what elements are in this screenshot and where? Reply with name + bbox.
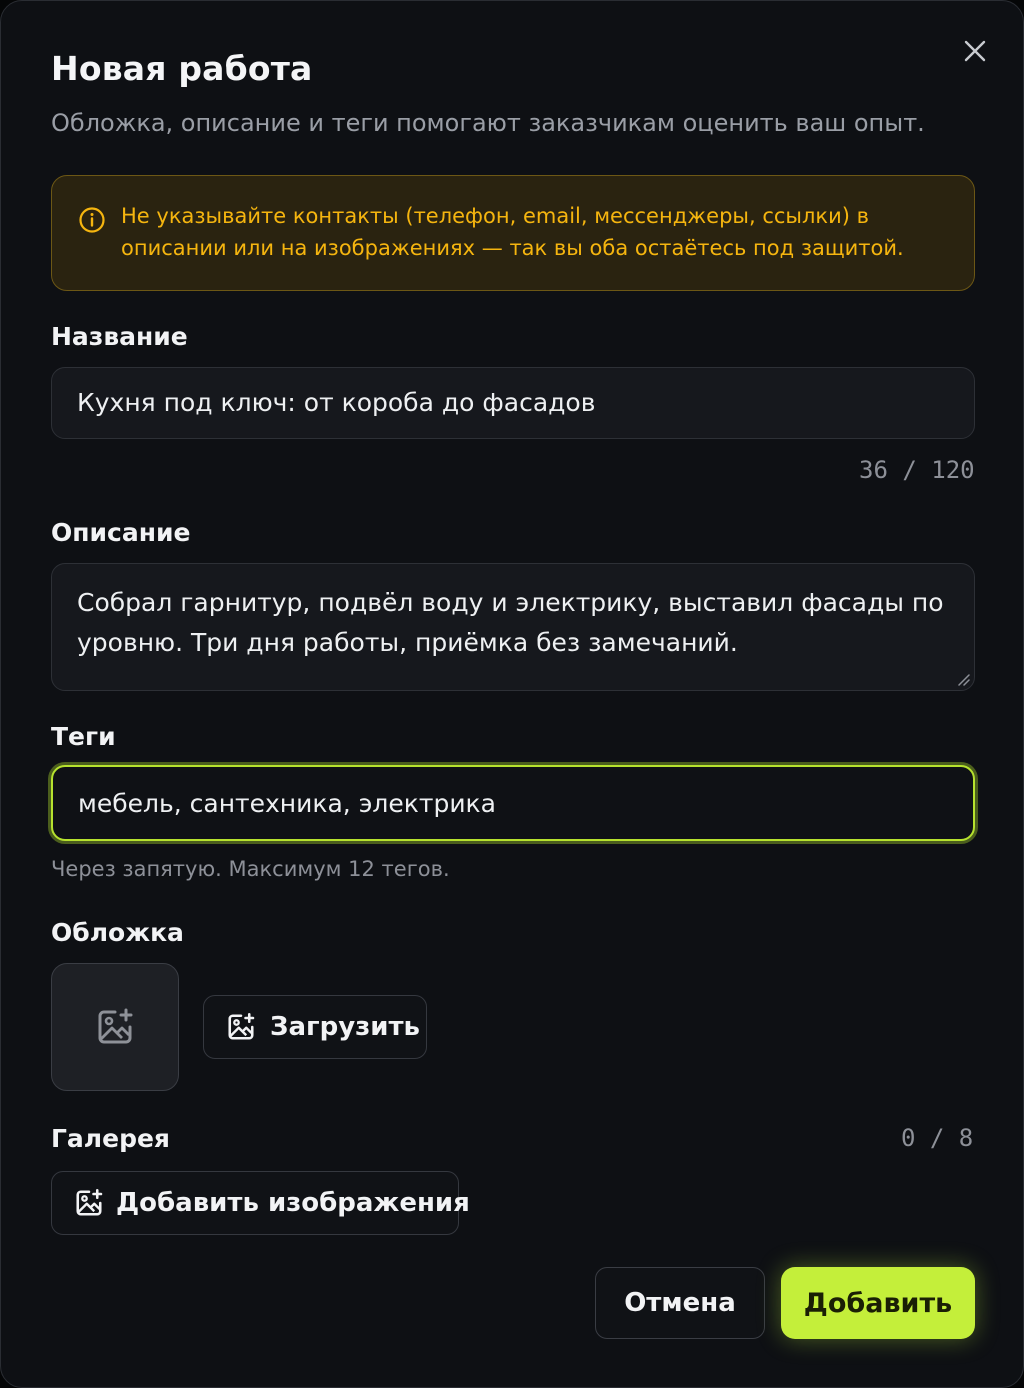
description-value[interactable]: Собрал гарнитур, подвёл воду и электрику… xyxy=(77,583,957,663)
add-images-label: Добавить изображения xyxy=(116,1188,470,1218)
name-label: Название xyxy=(51,322,188,351)
tags-hint: Через запятую. Максимум 12 тегов. xyxy=(51,857,450,881)
image-plus-icon xyxy=(226,1012,256,1042)
dialog-title: Новая работа xyxy=(51,49,313,88)
upload-cover-button[interactable]: Загрузить xyxy=(203,995,427,1059)
gallery-label: Галерея xyxy=(51,1124,170,1153)
gallery-counter: 0 / 8 xyxy=(901,1124,974,1152)
description-textarea[interactable]: Собрал гарнитур, подвёл воду и электрику… xyxy=(51,563,975,691)
dialog-subtitle: Обложка, описание и теги помогают заказч… xyxy=(51,109,925,137)
image-plus-icon xyxy=(74,1188,104,1218)
name-char-counter: 36 / 120 xyxy=(859,456,975,484)
name-input-value[interactable]: Кухня под ключ: от короба до фасадов xyxy=(77,388,595,417)
submit-button[interactable]: Добавить xyxy=(781,1267,975,1339)
add-images-button[interactable]: Добавить изображения xyxy=(51,1171,470,1235)
cover-placeholder[interactable] xyxy=(51,963,179,1091)
close-button[interactable] xyxy=(953,31,997,71)
description-label: Описание xyxy=(51,518,191,547)
tags-input-value[interactable]: мебель, сантехника, электрика xyxy=(78,789,496,818)
contacts-warning: Не указывайте контакты (телефон, email, … xyxy=(51,175,975,291)
info-icon xyxy=(79,207,105,233)
resize-handle-icon[interactable] xyxy=(956,672,970,686)
upload-button-label: Загрузить xyxy=(270,1012,420,1042)
image-plus-icon xyxy=(98,1008,133,1044)
cover-label: Обложка xyxy=(51,918,184,947)
warning-text: Не указывайте контакты (телефон, email, … xyxy=(121,204,904,260)
name-input[interactable]: Кухня под ключ: от короба до фасадов xyxy=(51,367,975,439)
close-icon[interactable] xyxy=(963,39,987,63)
tags-input[interactable]: мебель, сантехника, электрика xyxy=(51,765,975,841)
cancel-button[interactable]: Отмена xyxy=(595,1267,765,1339)
new-work-dialog: Новая работа Обложка, описание и теги по… xyxy=(0,0,1024,1388)
tags-label: Теги xyxy=(51,722,116,751)
